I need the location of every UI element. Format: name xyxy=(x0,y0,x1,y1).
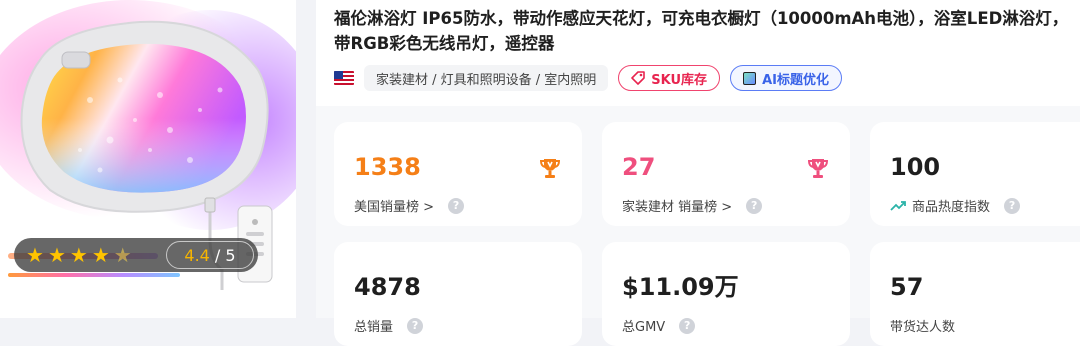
rating-separator: / xyxy=(209,245,226,265)
stat-card-us-rank: 1338 美国销量榜 > ? xyxy=(334,122,582,226)
us-flag-icon xyxy=(334,71,354,85)
tag-icon xyxy=(631,71,646,85)
stat-card-category-rank: 27 家装建材 销量榜 > ? xyxy=(602,122,850,226)
stat-label: 家装建材 销量榜 > xyxy=(622,200,733,215)
stat-value: 27 xyxy=(622,153,656,181)
stat-label: 带货达人数 xyxy=(890,320,956,335)
star-half-icon: ★ xyxy=(113,243,132,267)
star-icon: ★ xyxy=(26,243,44,267)
stats-grid: 1338 美国销量榜 > ? 27 家装建材 销量榜 > ? 100 商品热度指… xyxy=(316,106,1080,346)
help-icon[interactable]: ? xyxy=(407,317,424,334)
product-title: 福伦淋浴灯 IP65防水，带动作感应天花灯，可充电衣橱灯（10000mAh电池）… xyxy=(334,6,1080,56)
stat-value: 100 xyxy=(890,153,941,181)
stat-card-total-sales: 4878 总销量 ? xyxy=(334,242,582,346)
rating-stars: ★ ★ ★ ★ ★ xyxy=(26,245,132,265)
trend-icon xyxy=(890,200,906,211)
trophy-icon xyxy=(539,159,561,178)
product-title-line2: 带RGB彩色无线吊灯，遥控器 xyxy=(334,34,555,53)
influencer-count-label-row: 带货达人数 xyxy=(890,316,955,335)
stat-value: 1338 xyxy=(354,153,421,181)
star-icon: ★ xyxy=(47,243,66,267)
stat-label: 商品热度指数 xyxy=(912,200,991,215)
help-icon[interactable]: ? xyxy=(679,317,696,334)
stat-card-total-gmv: $11.09万 总GMV ? xyxy=(602,242,850,346)
stat-card-heat-index: 100 商品热度指数 ? xyxy=(870,122,1080,226)
stat-card-influencer-count: 57 带货达人数 xyxy=(870,242,1080,346)
sku-inventory-label: SKU库存 xyxy=(651,72,708,88)
sku-inventory-button[interactable]: SKU库存 xyxy=(618,65,721,91)
rating-decor-underline xyxy=(8,273,180,277)
rating-max: 5 xyxy=(225,245,236,265)
ai-title-optimize-label: AI标题优化 xyxy=(762,72,829,88)
stat-value: $11.09万 xyxy=(622,273,739,301)
ai-icon xyxy=(743,71,757,85)
star-icon: ★ xyxy=(69,243,88,267)
stat-label: 美国销量榜 > xyxy=(354,200,435,215)
stat-value: 57 xyxy=(890,273,924,301)
stat-label: 总GMV xyxy=(622,320,666,335)
rating-score: 4.4 / 5 xyxy=(166,241,254,269)
category-sales-rank-link[interactable]: 家装建材 销量榜 > ? xyxy=(622,196,763,215)
total-sales-label-row: 总销量 ? xyxy=(354,316,424,335)
trophy-icon xyxy=(807,159,829,178)
total-gmv-label-row: 总GMV ? xyxy=(622,316,696,335)
category-path[interactable]: 家装建材 / 灯具和照明设备 / 室内照明 xyxy=(364,65,609,91)
help-icon[interactable]: ? xyxy=(1004,197,1021,214)
meta-row: 家装建材 / 灯具和照明设备 / 室内照明 SKU库存 AI标题优化 xyxy=(334,64,842,92)
stat-value: 4878 xyxy=(354,273,421,301)
product-image-panel: ★ ★ ★ ★ ★ 4.4 / 5 xyxy=(0,0,296,318)
us-sales-rank-link[interactable]: 美国销量榜 > ? xyxy=(354,196,465,215)
help-icon[interactable]: ? xyxy=(746,197,763,214)
rating-value: 4.4 xyxy=(184,245,210,265)
stat-label: 总销量 xyxy=(354,320,394,335)
help-icon[interactable]: ? xyxy=(448,197,465,214)
rating-bar: ★ ★ ★ ★ ★ 4.4 / 5 xyxy=(14,238,258,272)
product-detail-panel: 福伦淋浴灯 IP65防水，带动作感应天花灯，可充电衣橱灯（10000mAh电池）… xyxy=(316,0,1080,346)
product-title-line1: 福伦淋浴灯 IP65防水，带动作感应天花灯，可充电衣橱灯（10000mAh电池）… xyxy=(334,9,1069,28)
heat-index-label-row: 商品热度指数 ? xyxy=(890,196,1021,215)
ai-title-optimize-button[interactable]: AI标题优化 xyxy=(730,65,842,91)
star-icon: ★ xyxy=(91,243,110,267)
